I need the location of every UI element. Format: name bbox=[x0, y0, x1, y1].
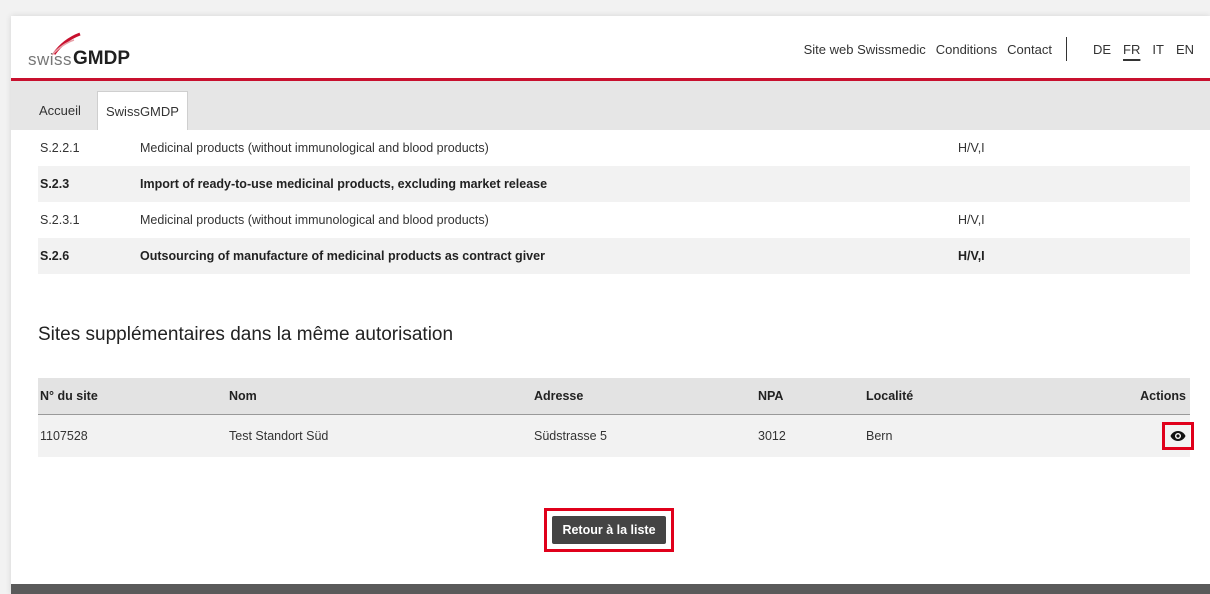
site-header: swiss GMDP Site web Swissmedic Condition… bbox=[11, 16, 1210, 81]
lang-de[interactable]: DE bbox=[1093, 42, 1111, 57]
column-header-address: Adresse bbox=[534, 389, 584, 403]
activity-code: S.2.3.1 bbox=[40, 213, 80, 227]
section-title-additional-sites: Sites supplémentaires dans la même autor… bbox=[38, 324, 454, 345]
site-locality: Bern bbox=[866, 429, 893, 443]
lang-fr[interactable]: FR bbox=[1123, 42, 1140, 57]
activity-description: Medicinal products (without immunologica… bbox=[140, 141, 489, 155]
back-to-list-button[interactable]: Retour à la liste bbox=[552, 516, 666, 544]
table-header: N° du site Nom Adresse NPA Localité Acti… bbox=[38, 378, 1190, 415]
activity-code: S.2.6 bbox=[40, 249, 70, 263]
nav-divider bbox=[1065, 37, 1067, 61]
activity-description: Medicinal products (without immunologica… bbox=[140, 213, 489, 227]
activity-row: S.2.3 Import of ready-to-use medicinal p… bbox=[38, 166, 1190, 202]
activity-description: Outsourcing of manufacture of medicinal … bbox=[140, 249, 545, 263]
site-address: Südstrasse 5 bbox=[534, 429, 607, 443]
activity-scope: H/V,I bbox=[958, 249, 985, 263]
column-header-name: Nom bbox=[229, 389, 257, 403]
site-number: 1107528 bbox=[40, 429, 88, 443]
lang-it[interactable]: IT bbox=[1152, 42, 1164, 57]
swissgmdp-logo[interactable]: swiss GMDP bbox=[28, 32, 148, 69]
eye-icon bbox=[1170, 431, 1186, 441]
logo-text-swiss: swiss bbox=[28, 50, 73, 69]
link-contact[interactable]: Contact bbox=[1007, 42, 1052, 57]
tab-swissgmdp[interactable]: SwissGMDP bbox=[97, 91, 188, 130]
link-conditions[interactable]: Conditions bbox=[936, 42, 997, 57]
activity-code: S.2.2.1 bbox=[40, 141, 80, 155]
footer-bar bbox=[11, 584, 1210, 594]
activities-table: S.2.2.1 Medicinal products (without immu… bbox=[38, 130, 1190, 274]
logo-text-gmdp: GMDP bbox=[73, 48, 130, 69]
tab-accueil[interactable]: Accueil bbox=[31, 91, 89, 130]
view-site-button[interactable] bbox=[1162, 422, 1194, 450]
tabs-bar: Accueil SwissGMDP bbox=[11, 81, 1210, 130]
site-npa: 3012 bbox=[758, 429, 786, 443]
additional-sites-table: N° du site Nom Adresse NPA Localité Acti… bbox=[38, 378, 1194, 457]
activity-scope: H/V,I bbox=[958, 141, 985, 155]
top-navigation: Site web Swissmedic Conditions Contact D… bbox=[794, 37, 1194, 61]
activity-scope: H/V,I bbox=[958, 213, 985, 227]
back-button-highlight: Retour à la liste bbox=[544, 508, 674, 552]
table-row: 1107528 Test Standort Süd Südstrasse 5 3… bbox=[38, 415, 1194, 457]
site-name: Test Standort Süd bbox=[229, 429, 329, 443]
site-actions bbox=[1046, 422, 1194, 450]
lang-en[interactable]: EN bbox=[1176, 42, 1194, 57]
column-header-locality: Localité bbox=[866, 389, 914, 403]
activity-row: S.2.3.1 Medicinal products (without immu… bbox=[38, 202, 1190, 238]
activity-code: S.2.3 bbox=[40, 177, 70, 191]
column-header-npa: NPA bbox=[758, 389, 784, 403]
activity-description: Import of ready-to-use medicinal product… bbox=[140, 177, 548, 191]
column-header-actions: Actions bbox=[1140, 389, 1186, 403]
activity-row: S.2.2.1 Medicinal products (without immu… bbox=[38, 130, 1190, 166]
link-swissmedic-website[interactable]: Site web Swissmedic bbox=[804, 42, 926, 57]
page: swiss GMDP Site web Swissmedic Condition… bbox=[11, 16, 1210, 594]
column-header-site-no: N° du site bbox=[40, 389, 98, 403]
activity-row: S.2.6 Outsourcing of manufacture of medi… bbox=[38, 238, 1190, 274]
